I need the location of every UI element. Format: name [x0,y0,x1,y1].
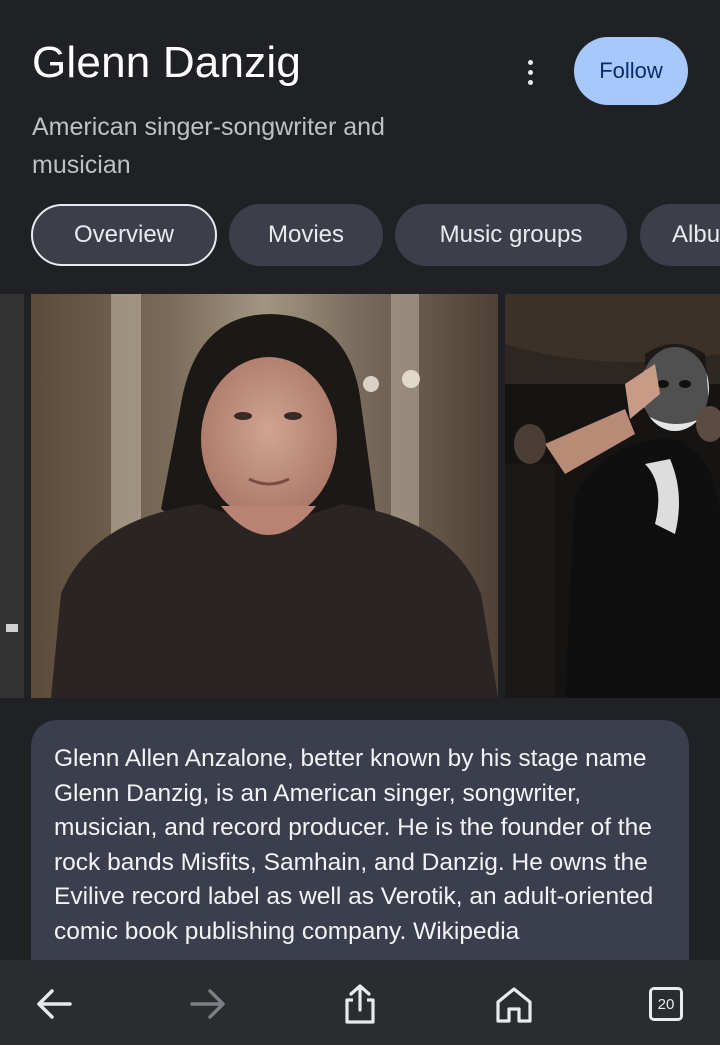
description-text: Glenn Allen Anzalone, better known by hi… [54,745,654,945]
carousel-image-concert[interactable] [505,294,720,698]
home-button[interactable] [484,974,544,1034]
share-button[interactable] [330,974,390,1034]
forward-arrow-icon [190,989,225,1019]
carousel-image-previous[interactable] [0,294,24,698]
share-icon [345,984,375,1024]
forward-button[interactable] [178,974,238,1034]
image-carousel[interactable] [0,294,720,698]
carousel-image-portrait[interactable] [31,294,498,698]
tab-count: 20 [657,995,675,1013]
back-button[interactable] [24,974,84,1034]
back-arrow-icon [37,989,72,1019]
tab-movies[interactable]: Movies [229,204,383,266]
tab-switcher-button[interactable]: 20 [636,974,696,1034]
tab-count-box: 20 [649,987,683,1021]
tab-music-groups[interactable]: Music groups [395,204,627,266]
search-result-page: Glenn Danzig American singer-songwriter … [0,0,720,1045]
follow-button[interactable]: Follow [574,37,688,105]
more-options-button[interactable] [512,52,548,92]
category-tabs: Overview Movies Music groups Albu [0,204,720,268]
page-title: Glenn Danzig [32,38,301,87]
page-subtitle: American singer-songwriter and musician [32,113,385,179]
browser-toolbar: 20 [0,960,720,1045]
tab-overview[interactable]: Overview [31,204,217,266]
tab-albums[interactable]: Albu [640,204,720,266]
home-icon [496,987,532,1023]
more-vert-icon [527,59,533,65]
